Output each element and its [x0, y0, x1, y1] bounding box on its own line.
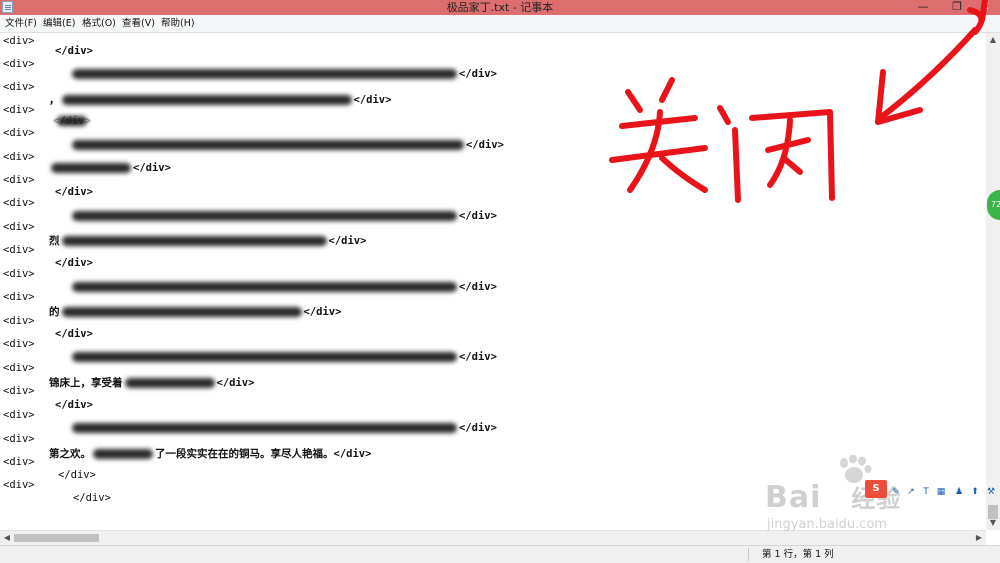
gutter-line: <div>	[3, 104, 35, 116]
text-line: </div>	[55, 328, 93, 340]
text-line: </div>	[58, 469, 96, 481]
line-tag: </div>	[303, 306, 342, 318]
status-bar: 第 1 行，第 1 列	[0, 545, 1000, 563]
cursor-position: 第 1 行，第 1 列	[762, 549, 834, 560]
people-icon[interactable]: ♟	[953, 486, 965, 498]
gutter-line: <div>	[3, 35, 35, 47]
line-lead: 的	[49, 306, 60, 318]
scroll-right-icon[interactable]: ▶	[972, 531, 986, 545]
text-line: </div>	[55, 45, 93, 57]
text-line: </div>	[70, 351, 497, 363]
wrench-icon[interactable]: ⚒	[985, 486, 997, 498]
line-mid: 了一段实实在在的铜马。享尽人艳福。	[155, 448, 334, 460]
text-line: </div>	[49, 162, 171, 174]
gutter-line: <div>	[3, 338, 35, 350]
text-line: </div>	[55, 257, 93, 269]
text-line: 锦床上，享受着 </div>	[49, 375, 254, 390]
line-tag: </div>	[328, 235, 367, 247]
scrollbar-thumb[interactable]	[14, 534, 99, 542]
text-line: </div>	[70, 210, 497, 222]
s-badge-icon[interactable]: S	[865, 480, 887, 498]
gutter-line: <div>	[3, 197, 35, 209]
grid-icon[interactable]: ▦	[935, 486, 947, 498]
gutter-line: <div>	[3, 174, 35, 186]
line-tag: </div>	[353, 94, 392, 106]
text-line: </div>	[70, 68, 497, 80]
window-title: 极品家丁.txt - 记事本	[446, 1, 554, 14]
minimize-button[interactable]: —	[912, 0, 934, 15]
line-lead: 锦床上，享受着	[49, 377, 123, 389]
tool-tray: ✎ ↗ T ▦ ♟ ⬆ ⚒	[885, 484, 1000, 502]
gutter-line: <div>	[3, 244, 35, 256]
menu-format[interactable]: 格式(O)	[82, 15, 116, 32]
watermark-url: jingyan.baidu.com	[767, 517, 887, 532]
text-line: ， </div>	[49, 92, 391, 107]
text-line: 的 </div>	[49, 304, 341, 319]
text-line: </div>	[73, 492, 111, 504]
menu-file[interactable]: 文件(F)	[5, 15, 37, 32]
gutter-line: <div>	[3, 291, 35, 303]
menu-view[interactable]: 查看(V)	[122, 15, 155, 32]
line-tag: </div>	[53, 115, 91, 127]
gutter-line: <div>	[3, 456, 35, 468]
line-tag: </div>	[459, 422, 497, 434]
gutter-line: <div>	[3, 268, 35, 280]
line-lead: 烈	[49, 235, 60, 247]
scroll-left-icon[interactable]: ◀	[0, 531, 14, 545]
close-button[interactable]: ✕	[970, 0, 1000, 15]
menu-bar: 文件(F) 编辑(E) 格式(O) 查看(V) 帮助(H)	[0, 15, 1000, 33]
line-tag: </div>	[333, 448, 372, 460]
line-tag: </div>	[459, 281, 497, 293]
gutter-line: <div>	[3, 433, 35, 445]
menu-edit[interactable]: 编辑(E)	[43, 15, 75, 32]
text-line: </div>	[70, 422, 497, 434]
gutter-line: <div>	[3, 409, 35, 421]
text-line: </div>	[70, 139, 504, 151]
text-line: </div>	[70, 281, 497, 293]
title-bar: 极品家丁.txt - 记事本 — ❐ ✕	[0, 0, 1000, 15]
text-line: </div>	[55, 399, 93, 411]
gutter-line: <div>	[3, 81, 35, 93]
upload-icon[interactable]: ⬆	[969, 486, 981, 498]
arrow-icon[interactable]: ↗	[905, 486, 917, 498]
pen-icon[interactable]: ✎	[890, 486, 902, 498]
line-tag: </div>	[216, 377, 255, 389]
gutter-line: <div>	[3, 151, 35, 163]
line-lead: 第之欢。	[49, 448, 91, 460]
status-divider	[748, 548, 749, 561]
gutter-line: <div>	[3, 362, 35, 374]
scroll-down-icon[interactable]: ▼	[986, 516, 1000, 530]
vertical-scrollbar[interactable]: ▲ ▼	[986, 33, 1000, 530]
line-tag: </div>	[459, 351, 497, 363]
gutter-line: <div>	[3, 315, 35, 327]
text-line: </div>	[55, 186, 93, 198]
gutter-line: <div>	[3, 127, 35, 139]
menu-help[interactable]: 帮助(H)	[161, 15, 195, 32]
line-tag: </div>	[466, 139, 504, 151]
text-line: 烈 </div>	[49, 233, 366, 248]
gutter-line: <div>	[3, 479, 35, 491]
gutter-line: <div>	[3, 58, 35, 70]
text-line: 第之欢。 了一段实实在在的铜马。享尽人艳福。</div>	[49, 446, 371, 461]
text-icon[interactable]: T	[920, 486, 932, 498]
text-line: </div>	[53, 115, 91, 127]
gutter-line: <div>	[3, 221, 35, 233]
gutter-line: <div>	[3, 385, 35, 397]
restore-button[interactable]: ❐	[946, 0, 968, 15]
line-tag: </div>	[133, 162, 171, 174]
line-lead: ，	[49, 94, 60, 106]
line-tag: </div>	[459, 68, 497, 80]
line-tag: </div>	[459, 210, 497, 222]
scroll-up-icon[interactable]: ▲	[986, 33, 1000, 47]
